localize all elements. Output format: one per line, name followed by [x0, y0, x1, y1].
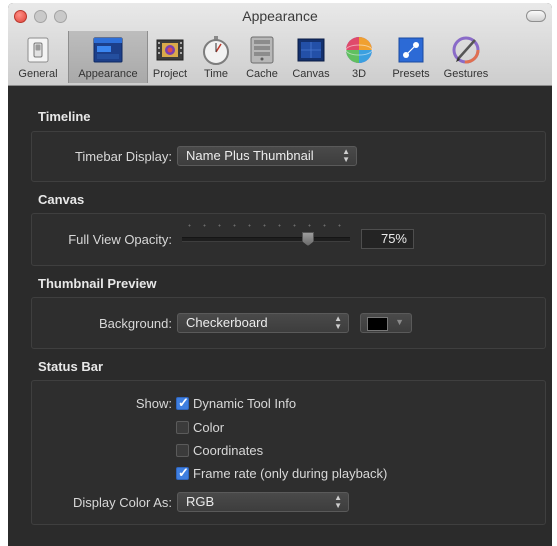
- dropdown-arrow-icon: ▼: [395, 317, 404, 327]
- toolbar-item-gestures[interactable]: Gestures: [438, 31, 494, 83]
- preferences-window: Appearance General Appearance Project Ti…: [8, 3, 552, 546]
- section-title-thumbnail-preview: Thumbnail Preview: [38, 276, 157, 291]
- toolbar-label-time: Time: [203, 68, 229, 80]
- toolbar-label-canvas: Canvas: [292, 68, 330, 80]
- background-color-well[interactable]: ▼: [360, 313, 412, 333]
- toolbar-label-appearance: Appearance: [78, 68, 138, 80]
- coordinates-label[interactable]: Coordinates: [193, 443, 263, 458]
- toolbar-label-general: General: [18, 68, 58, 80]
- opacity-slider-knob[interactable]: [302, 232, 314, 246]
- presets-icon: [398, 37, 424, 63]
- 3d-sphere-icon: [345, 37, 373, 63]
- opacity-value-field[interactable]: 75%: [361, 229, 414, 249]
- general-switch-icon: [27, 37, 49, 63]
- dynamic-tool-info-label[interactable]: Dynamic Tool Info: [193, 396, 296, 411]
- project-film-icon: [156, 39, 184, 61]
- timeline-group: Timebar Display: Name Plus Thumbnail ▲ ▼: [31, 131, 546, 182]
- gestures-pen-icon: [452, 36, 480, 64]
- updown-arrows-icon: ▲ ▼: [342, 147, 350, 164]
- toolbar-label-3d: 3D: [351, 68, 367, 80]
- cache-drive-icon: [250, 36, 274, 64]
- timebar-display-popup[interactable]: Name Plus Thumbnail ▲ ▼: [177, 146, 357, 166]
- display-color-as-value: RGB: [186, 494, 215, 509]
- window-title: Appearance: [242, 8, 318, 24]
- frame-rate-label[interactable]: Frame rate (only during playback): [193, 466, 387, 481]
- display-color-as-label: Display Color As:: [73, 495, 172, 510]
- toolbar-label-cache: Cache: [246, 68, 278, 80]
- frame-rate-checkbox[interactable]: ✓: [176, 465, 189, 480]
- toolbar-label-project: Project: [152, 68, 188, 80]
- toolbar: Appearance General Appearance Project Ti…: [8, 3, 552, 86]
- color-label[interactable]: Color: [193, 420, 224, 435]
- background-label: Background:: [99, 316, 172, 331]
- stopwatch-icon: [203, 36, 229, 65]
- canvas-icon: [297, 38, 325, 62]
- updown-arrows-icon: ▲ ▼: [334, 493, 342, 510]
- thumbnail-preview-group: Background: Checkerboard ▲ ▼ ▼: [31, 297, 546, 349]
- toolbar-label-presets: Presets: [392, 68, 430, 80]
- checkmark-icon: ✓: [178, 395, 189, 410]
- updown-arrows-icon: ▲ ▼: [334, 314, 342, 331]
- timebar-display-label: Timebar Display:: [74, 149, 172, 164]
- toolbar-item-project[interactable]: Project: [148, 31, 192, 83]
- background-value: Checkerboard: [186, 315, 268, 330]
- dynamic-tool-info-checkbox[interactable]: ✓: [176, 395, 189, 410]
- opacity-slider-track[interactable]: [182, 237, 350, 242]
- toolbar-item-3d[interactable]: 3D: [342, 31, 376, 83]
- toolbar-toggle-button[interactable]: [526, 10, 546, 22]
- checkmark-icon: ✓: [178, 465, 189, 480]
- coordinates-checkbox[interactable]: [176, 444, 189, 457]
- toolbar-item-presets[interactable]: Presets: [388, 31, 434, 83]
- display-color-as-popup[interactable]: RGB ▲ ▼: [177, 492, 349, 512]
- color-swatch: [367, 317, 388, 331]
- section-title-timeline: Timeline: [38, 109, 91, 124]
- appearance-window-icon: [93, 37, 123, 63]
- canvas-group: Full View Opacity: 75%: [31, 213, 546, 266]
- section-title-status-bar: Status Bar: [38, 359, 104, 374]
- color-checkbox[interactable]: [176, 421, 189, 434]
- timebar-display-value: Name Plus Thumbnail: [186, 148, 314, 163]
- toolbar-item-cache[interactable]: Cache: [240, 31, 284, 83]
- toolbar-item-general[interactable]: General: [10, 31, 66, 83]
- toolbar-item-time[interactable]: Time: [196, 31, 236, 83]
- section-title-canvas: Canvas: [38, 192, 85, 207]
- show-label: Show:: [135, 396, 172, 411]
- status-bar-group: Show: ✓ Dynamic Tool Info Color Coordina…: [31, 380, 546, 525]
- toolbar-item-appearance[interactable]: Appearance: [68, 31, 148, 83]
- slider-tick-marks: [182, 224, 350, 227]
- background-popup[interactable]: Checkerboard ▲ ▼: [177, 313, 349, 333]
- full-view-opacity-label: Full View Opacity:: [68, 232, 172, 247]
- toolbar-item-canvas[interactable]: Canvas: [288, 31, 334, 83]
- toolbar-label-gestures: Gestures: [443, 68, 489, 80]
